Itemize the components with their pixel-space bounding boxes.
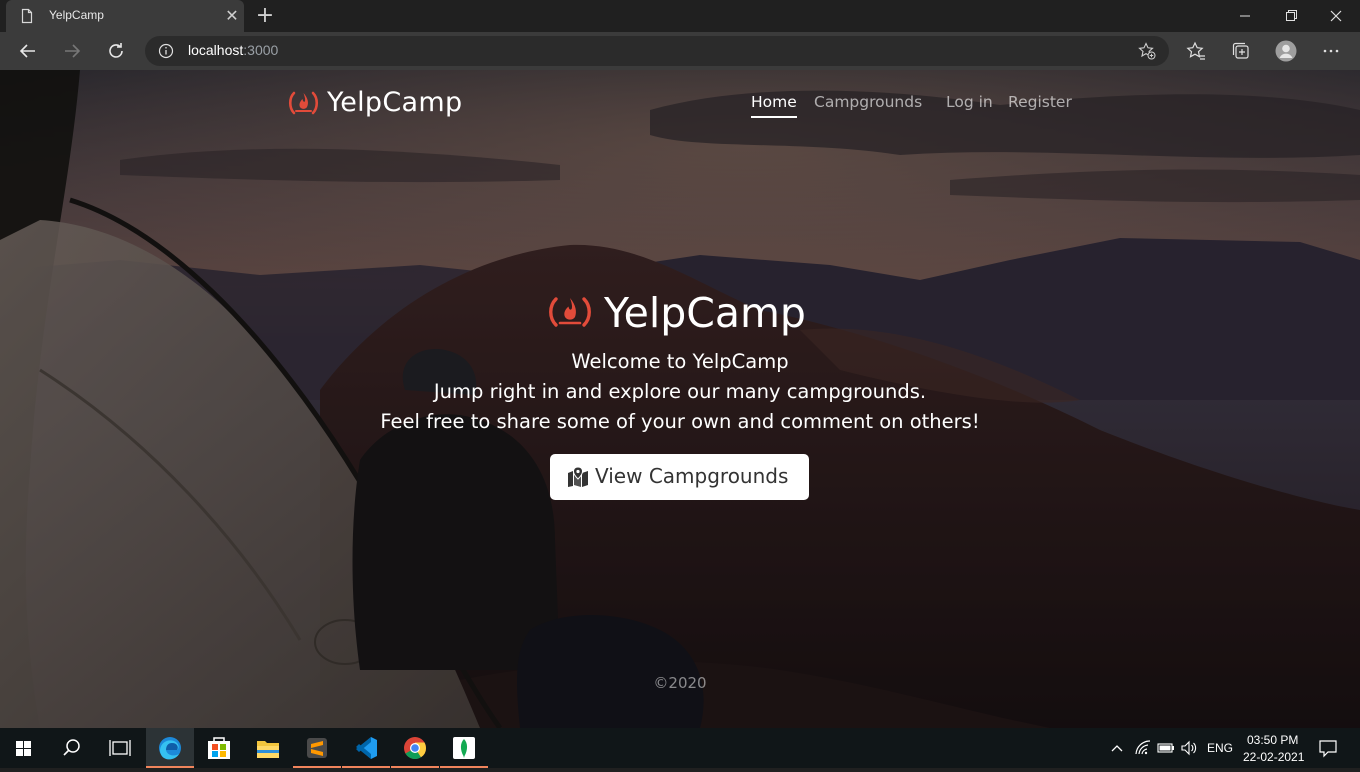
- brand-name: YelpCamp: [327, 87, 463, 118]
- profile-avatar-icon[interactable]: [1275, 40, 1297, 62]
- url-text: localhost:3000: [188, 42, 278, 58]
- notifications-icon[interactable]: [1318, 738, 1338, 758]
- edge-icon: [159, 737, 181, 760]
- browser-toolbar: localhost:3000: [0, 32, 1360, 70]
- forward-arrow-icon[interactable]: [58, 37, 86, 65]
- taskbar-edge[interactable]: [146, 728, 194, 768]
- minimize-window-icon[interactable]: [1221, 0, 1267, 32]
- close-tab-icon[interactable]: ✕: [222, 6, 242, 26]
- search-icon[interactable]: [48, 728, 96, 768]
- url-port: :3000: [243, 42, 279, 58]
- hero-explore-line: Jump right in and explore our many campg…: [433, 380, 927, 403]
- vscode-icon: [356, 737, 377, 759]
- back-arrow-icon[interactable]: [14, 37, 42, 65]
- clock-time[interactable]: 03:50 PM: [1247, 733, 1298, 747]
- task-view-icon[interactable]: [96, 728, 144, 768]
- store-icon[interactable]: [195, 728, 243, 768]
- taskbar-mongodb[interactable]: [440, 728, 488, 768]
- start-icon[interactable]: [0, 728, 48, 768]
- nav-campgrounds[interactable]: Campgrounds: [814, 93, 922, 111]
- mongodb-compass-icon: [453, 737, 475, 759]
- hero-title: YelpCamp: [604, 289, 806, 337]
- site-info-icon[interactable]: [158, 43, 174, 59]
- refresh-icon[interactable]: [102, 37, 130, 65]
- nav-login[interactable]: Log in: [946, 93, 993, 111]
- close-window-icon[interactable]: [1313, 0, 1359, 32]
- hero-share-line: Feel free to share some of your own and …: [380, 410, 980, 433]
- collections-icon[interactable]: [1230, 40, 1252, 62]
- view-campgrounds-label: View Campgrounds: [595, 464, 789, 488]
- url-host: localhost: [188, 42, 244, 58]
- windows-taskbar: ENG 03:50 PM 22-02-2021: [0, 728, 1360, 768]
- map-marker-icon: [568, 467, 588, 487]
- browser-tab[interactable]: YelpCamp ✕: [6, 0, 244, 32]
- more-menu-icon[interactable]: [1320, 40, 1342, 62]
- chrome-icon: [404, 737, 427, 760]
- yelpcamp-landing-page: YelpCamp Home Campgrounds Log in Registe…: [0, 70, 1360, 728]
- add-favorite-icon[interactable]: [1138, 42, 1156, 60]
- show-hidden-icons-chevron-icon[interactable]: [1108, 740, 1126, 756]
- volume-icon[interactable]: [1180, 740, 1198, 756]
- nav-home[interactable]: Home: [751, 93, 797, 118]
- taskbar-vscode[interactable]: [342, 728, 390, 768]
- hero-welcome-line: Welcome to YelpCamp: [571, 350, 789, 373]
- taskbar-chrome[interactable]: [391, 728, 439, 768]
- input-language[interactable]: ENG: [1207, 741, 1233, 755]
- favorites-icon[interactable]: [1185, 40, 1207, 62]
- new-tab-button[interactable]: +: [253, 4, 277, 28]
- nav-register[interactable]: Register: [1008, 93, 1072, 111]
- file-explorer-icon[interactable]: [244, 728, 292, 768]
- hero-campfire-icon: [549, 297, 591, 327]
- browser-tab-strip: YelpCamp ✕ +: [0, 0, 1360, 32]
- battery-icon[interactable]: [1156, 740, 1176, 756]
- footer-copyright: ©2020: [653, 674, 707, 692]
- wifi-icon[interactable]: [1134, 740, 1152, 756]
- campfire-logo-icon: [288, 91, 319, 115]
- clock-date[interactable]: 22-02-2021: [1243, 750, 1304, 764]
- view-campgrounds-button[interactable]: View Campgrounds: [550, 454, 809, 500]
- restore-window-icon[interactable]: [1267, 0, 1313, 32]
- address-bar[interactable]: localhost:3000: [145, 36, 1169, 66]
- page-icon: [21, 8, 33, 24]
- sublime-text-icon: [307, 738, 327, 758]
- taskbar-sublime[interactable]: [293, 728, 341, 768]
- tab-title: YelpCamp: [49, 8, 104, 22]
